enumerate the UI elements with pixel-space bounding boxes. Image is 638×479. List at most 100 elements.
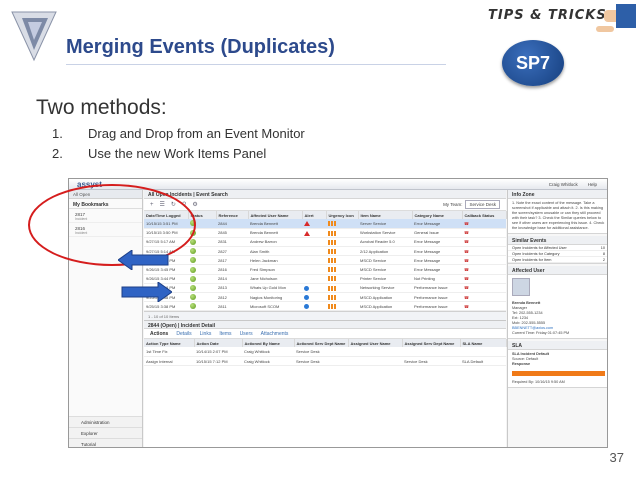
table-cell: Assign Internal xyxy=(144,356,194,367)
table-cell: Whats Up Gold Mon xyxy=(248,283,302,294)
table-row[interactable]: 10/15/15 3:51 PM 2844 Brenda Bennett Server… xyxy=(144,219,506,229)
table-cell: Server Service xyxy=(358,219,412,229)
table-cell: 1st Time Fix xyxy=(144,347,194,358)
status-icon xyxy=(190,275,196,282)
slide-subtitle: Two methods: xyxy=(36,96,167,119)
nav-tutorial[interactable]: Tutorial xyxy=(69,438,142,447)
status-icon xyxy=(190,303,196,310)
table-cell: MSCD Application xyxy=(358,301,412,312)
tab-actions[interactable]: Actions xyxy=(150,331,168,337)
table-cell: Microsoft SCOM xyxy=(248,301,302,312)
table-cell: Fred Simpson xyxy=(248,264,302,275)
column-header[interactable]: Category Name xyxy=(412,211,463,219)
callback-icon: ☎ xyxy=(464,276,469,282)
user-menu[interactable]: Craig Whitlock xyxy=(549,182,578,187)
column-header[interactable]: Actioned Serv Dept Name xyxy=(294,339,349,348)
urgency-icon xyxy=(328,239,336,245)
table-cell: Acrobat Reader 5.0 xyxy=(358,237,412,248)
column-header[interactable]: Action Date xyxy=(194,339,243,348)
table-cell: Nagios Monitoring xyxy=(248,292,302,303)
highlight-ellipse xyxy=(28,184,196,266)
incident-tabs: Actions Details Links Items Users Attachments xyxy=(144,329,506,340)
event-monitor-panel: All Open Incidents | Event Search + ☰ ↻ … xyxy=(144,190,507,447)
tab-items[interactable]: Items xyxy=(219,331,231,337)
table-cell: Performance Issue xyxy=(412,283,462,294)
tab-links[interactable]: Links xyxy=(200,331,212,337)
callback-icon: ☎ xyxy=(464,267,469,273)
column-header[interactable]: Item Name xyxy=(358,211,413,219)
alert-warning-icon xyxy=(304,230,310,236)
table-row[interactable]: Assign Internal 10/15/15 7:12 PM Craig Whi… xyxy=(144,356,506,367)
table-cell: Error Message xyxy=(412,246,462,257)
alert-warning-icon xyxy=(304,221,310,227)
events-table: Date/Time Logged Status Reference Affected … xyxy=(144,211,507,312)
column-header[interactable]: SLA Name xyxy=(460,339,507,348)
column-header[interactable]: Alert xyxy=(302,211,327,219)
slide-title: Merging Events (Duplicates) xyxy=(66,36,335,58)
table-cell: General Issue xyxy=(412,228,462,238)
column-header[interactable]: Reference xyxy=(216,211,249,219)
column-header[interactable]: Assigned Serv Dept Name xyxy=(402,339,461,348)
table-row[interactable]: 9/25/15 3:38 PM2812Nagios MonitoringMSCD… xyxy=(144,292,506,303)
table-row[interactable]: 10/15/15 3:50 PM 2845 Brenda Bennett Workst… xyxy=(144,228,506,238)
sla-section: SLA SLA Incident Default Source: Default… xyxy=(508,341,607,388)
callback-icon: ☎ xyxy=(464,220,469,226)
status-icon xyxy=(190,294,196,301)
column-header[interactable]: Action Type Name xyxy=(144,339,195,348)
tab-attachments[interactable]: Attachments xyxy=(261,331,289,337)
table-cell: 2814 xyxy=(216,274,248,284)
urgency-icon xyxy=(328,248,336,254)
table-cell: Error Message xyxy=(412,264,462,275)
nav-explorer[interactable]: Explorer xyxy=(69,427,142,438)
table-cell: Networking Service xyxy=(358,283,412,294)
column-header[interactable]: Affected User Name xyxy=(248,211,303,219)
team-select[interactable]: Service Desk xyxy=(465,200,500,209)
avatar xyxy=(512,278,530,296)
sp7-badge: SP7 xyxy=(502,40,564,86)
affected-user-section: Affected User Brenda Bennett Manager Tel… xyxy=(508,266,607,339)
alert-info-icon xyxy=(304,294,309,300)
table-cell: Performance Issue xyxy=(412,292,462,303)
header-divider xyxy=(66,64,446,65)
table-cell: 2845 xyxy=(216,228,248,238)
nav-administration[interactable]: Administration xyxy=(69,416,142,427)
callback-icon: ☎ xyxy=(464,230,469,236)
table-row[interactable]: 9/27/15 5:17 AM 2831 Andrew Barron Acrobat … xyxy=(144,237,506,248)
arrow-right-icon xyxy=(121,282,172,302)
info-zone-title: Info Zone xyxy=(508,190,607,199)
table-cell: Craig Whitlock xyxy=(242,356,294,367)
help-menu[interactable]: Help xyxy=(588,182,597,187)
callback-icon: ☎ xyxy=(464,294,469,300)
column-header[interactable]: Urgency Icon xyxy=(326,211,359,219)
column-header[interactable]: Assigned User Name xyxy=(348,339,403,348)
settings-icon[interactable]: ⚙ xyxy=(192,201,197,208)
similar-events-section: Similar Events Open Incidents for Affect… xyxy=(508,236,607,264)
tab-users[interactable]: Users xyxy=(240,331,253,337)
tab-details[interactable]: Details xyxy=(176,331,191,337)
table-row[interactable]: 9/26/15 3:44 PM 2814 Jane Nicholson Printer… xyxy=(144,274,506,284)
event-toolbar: + ☰ ↻ ⚲ ⚙ My Team: Service Desk xyxy=(144,199,506,211)
table-row[interactable]: 1st Time Fix 10/14/15 2:07 PM Craig Whitlo… xyxy=(144,347,506,358)
similar-event-link[interactable]: Open Incidents for Item 2 xyxy=(508,257,607,263)
table-cell: Error Message xyxy=(412,237,462,248)
table-row[interactable]: 9/25/15 3:38 PM2813Whats Up Gold MonNetw… xyxy=(144,283,506,294)
sla-progress-bar xyxy=(512,371,605,376)
table-cell xyxy=(348,347,402,358)
method-item: 2. Use the new Work Items Panel xyxy=(52,146,267,161)
table-row[interactable]: 9/26/15 3:45 PM 2816 Fred Simpson MSCD Serv… xyxy=(144,264,506,275)
table-cell: Error Message xyxy=(412,219,462,229)
table-row[interactable]: 9/25/15 3:38 PM 2811 Microsoft SCOM MSCD Ap… xyxy=(144,301,506,312)
table-cell: 2831 xyxy=(216,237,248,248)
column-header[interactable]: Actioned By Name xyxy=(242,339,295,348)
column-header[interactable]: Callback Status xyxy=(462,211,507,219)
table-cell xyxy=(460,347,506,358)
table-cell: Not Printing xyxy=(412,274,462,284)
affected-user-title: Affected User xyxy=(508,266,607,275)
table-row[interactable]: 9/26/15 3:49 PM2817Helen JackmanMSCD Ser… xyxy=(144,255,506,266)
table-cell: 10/15/15 7:12 PM xyxy=(194,356,242,367)
table-cell: 9/25/15 3:38 PM xyxy=(144,301,188,312)
callback-icon: ☎ xyxy=(464,303,469,309)
incident-detail-title: 2844 (Open) | Incident Detail xyxy=(144,320,506,330)
table-row[interactable]: 9/27/15 5:14 AM 2827 Alan Smith 2/12 Applic… xyxy=(144,246,506,257)
alert-info-icon xyxy=(304,304,309,309)
